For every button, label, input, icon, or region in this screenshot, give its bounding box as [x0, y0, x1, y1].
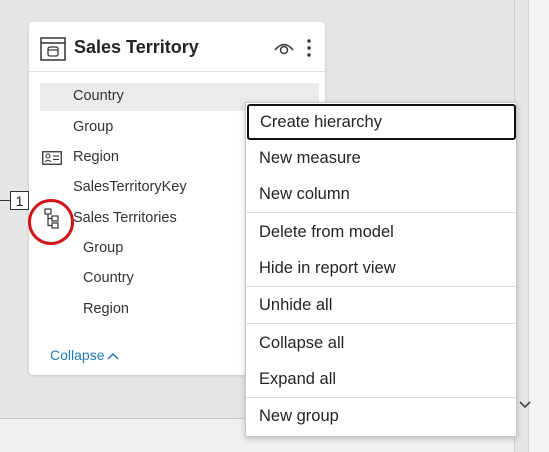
menu-item-new-group[interactable]: New group: [246, 398, 516, 434]
vertical-scrollbar[interactable]: [528, 0, 549, 452]
menu-item-hide-in-report-view[interactable]: Hide in report view: [246, 250, 516, 286]
menu-item-create-hierarchy[interactable]: Create hierarchy: [247, 104, 516, 140]
collapse-link[interactable]: Collapse: [50, 347, 120, 363]
table-title: Sales Territory: [74, 37, 199, 57]
eye-icon[interactable]: [273, 39, 295, 57]
menu-item-new-measure[interactable]: New measure: [246, 140, 516, 176]
collapse-label: Collapse: [50, 347, 105, 363]
table-icon: [40, 37, 66, 61]
field-label: SalesTerritoryKey: [73, 179, 187, 195]
chevron-up-icon: [107, 347, 120, 363]
region-field-icon: [42, 151, 62, 165]
field-label: Group: [73, 119, 114, 135]
scroll-down-chevron-icon[interactable]: [515, 392, 535, 418]
menu-item-new-column[interactable]: New column: [246, 176, 516, 212]
field-label: Region: [73, 149, 119, 165]
menu-separator: [246, 212, 516, 213]
menu-item-unhide-all[interactable]: Unhide all: [246, 287, 516, 323]
annotation-number-badge: 1: [10, 191, 29, 210]
menu-item-expand-all[interactable]: Expand all: [246, 361, 516, 397]
context-menu: Create hierarchy New measure New column …: [245, 102, 517, 437]
field-label: Region: [83, 301, 129, 317]
menu-separator: [246, 323, 516, 324]
menu-item-delete-from-model[interactable]: Delete from model: [246, 214, 516, 250]
field-label: Country: [73, 88, 124, 104]
annotation-highlight-circle: [28, 199, 74, 245]
field-label: Sales Territories: [73, 210, 177, 226]
table-card-header: Sales Territory: [29, 22, 325, 72]
menu-item-collapse-all[interactable]: Collapse all: [246, 325, 516, 361]
field-label: Group: [83, 240, 124, 256]
more-options-icon[interactable]: [304, 37, 314, 59]
field-label: Country: [83, 270, 134, 286]
annotation-leader-line: [0, 200, 10, 201]
